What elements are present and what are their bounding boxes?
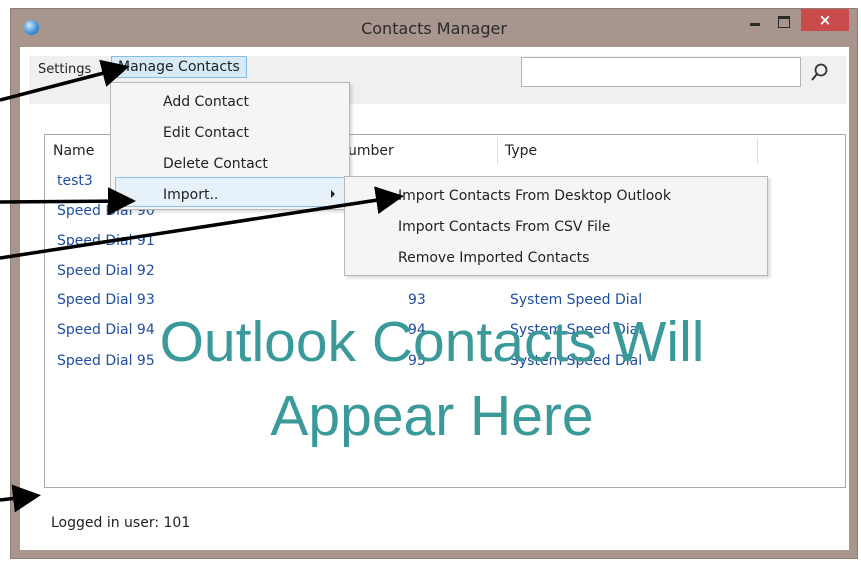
annotation-arrow — [0, 484, 41, 513]
annotation-arrow — [0, 186, 404, 260]
annotation-arrows — [0, 59, 404, 513]
annotation-arrow — [0, 59, 130, 102]
annotation-arrow — [0, 187, 136, 216]
